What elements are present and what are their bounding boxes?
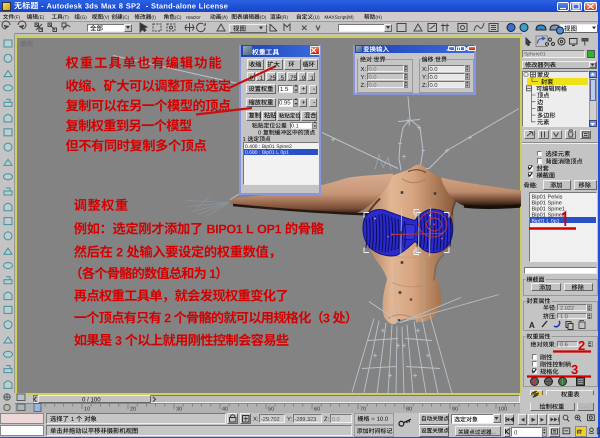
- svg-text:A: A: [529, 321, 535, 330]
